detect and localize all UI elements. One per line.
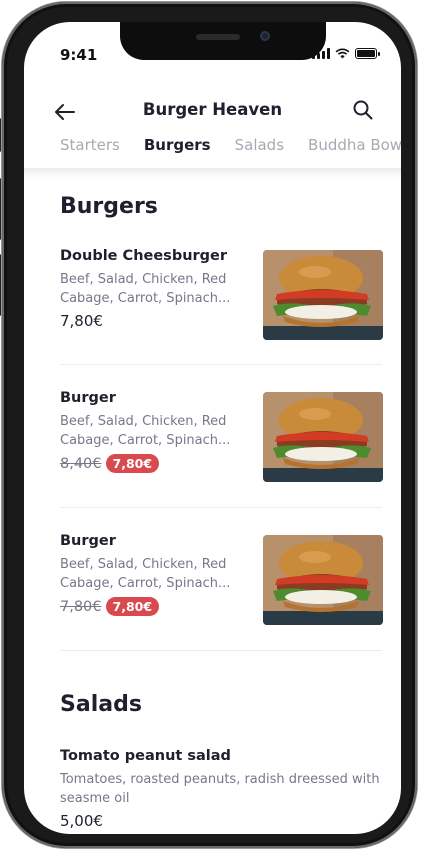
battery-icon <box>355 48 380 59</box>
tab-salads[interactable]: Salads <box>235 136 284 154</box>
item-price: 5,00€ <box>60 812 103 830</box>
search-icon[interactable] <box>351 98 375 122</box>
category-tabs: Starters Burgers Salads Buddha Bowls <box>60 136 401 154</box>
item-description: Beef, Salad, Chicken, Red Cabage, Carrot… <box>60 557 231 591</box>
phone-frame: 9:41 Burger Heaven Starters Burgers Sala… <box>2 2 417 848</box>
menu-item[interactable]: Tomato peanut salad Tomatoes, roasted pe… <box>60 748 382 830</box>
menu-item[interactable]: Burger Beef, Salad, Chicken, Red Cabage,… <box>60 533 383 625</box>
burger-image <box>263 250 383 340</box>
tab-starters[interactable]: Starters <box>60 136 120 154</box>
item-name: Tomato peanut salad <box>60 748 231 764</box>
divider <box>60 364 382 365</box>
section-title-burgers: Burgers <box>60 194 158 219</box>
tab-burgers[interactable]: Burgers <box>144 136 211 154</box>
front-camera <box>260 31 270 41</box>
menu-item[interactable]: Double Cheesburger Beef, Salad, Chicken,… <box>60 248 383 340</box>
tabs-divider <box>24 168 401 178</box>
notch <box>120 22 326 60</box>
burger-image <box>263 535 383 625</box>
item-old-price: 7,80€ <box>60 598 102 615</box>
item-price: 7,80€ <box>60 312 103 330</box>
item-description: Beef, Salad, Chicken, Red Cabage, Carrot… <box>60 414 231 448</box>
sale-price-badge: 7,80€ <box>105 597 160 616</box>
phone-screen: 9:41 Burger Heaven Starters Burgers Sala… <box>24 22 401 834</box>
item-description: Beef, Salad, Chicken, Red Cabage, Carrot… <box>60 272 231 306</box>
divider <box>60 650 382 651</box>
header: Burger Heaven <box>24 92 401 132</box>
speaker-grille <box>196 34 240 40</box>
tab-buddha-bowls[interactable]: Buddha Bowls <box>308 136 401 154</box>
status-icons <box>312 48 380 59</box>
item-price-row: 5,00€ <box>60 812 382 830</box>
page-title: Burger Heaven <box>142 100 283 119</box>
item-description: Tomatoes, roasted peanuts, radish dreess… <box>60 772 380 806</box>
section-title-salads: Salads <box>60 692 142 717</box>
wifi-icon <box>335 48 350 59</box>
sale-price-badge: 7,80€ <box>105 454 160 473</box>
menu-item[interactable]: Burger Beef, Salad, Chicken, Red Cabage,… <box>60 390 383 482</box>
burger-image <box>263 392 383 482</box>
item-old-price: 8,40€ <box>60 455 102 472</box>
divider <box>60 507 382 508</box>
status-time: 9:41 <box>60 46 98 64</box>
